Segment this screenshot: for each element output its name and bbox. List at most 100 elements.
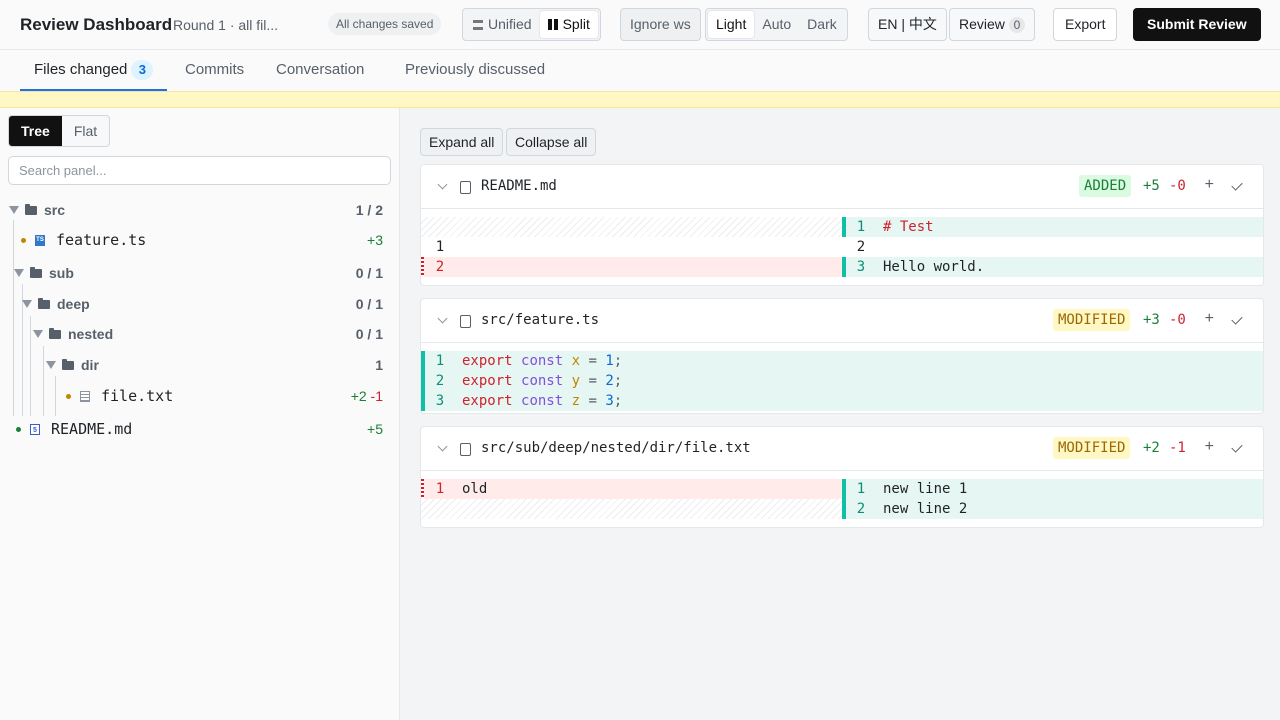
folder-icon: [38, 297, 50, 309]
modified-dot-icon: [66, 393, 71, 399]
diff-line-right: 2: [856, 239, 866, 255]
submit-review-button[interactable]: Submit Review: [1133, 8, 1261, 41]
ignore-whitespace-button[interactable]: Ignore ws: [620, 8, 701, 41]
file-diff-feature-ts: src/feature.ts MODIFIED +3 -0 + 1 export…: [420, 298, 1264, 414]
unified-view-button[interactable]: Unified: [465, 11, 540, 38]
search-input[interactable]: [8, 156, 391, 185]
tree-view-button[interactable]: Tree: [9, 116, 62, 146]
tree-item-deep[interactable]: deep 0 / 1: [0, 291, 400, 317]
additions-count: +2: [1143, 440, 1160, 456]
diff-line-right: 1 # Test: [846, 217, 1263, 237]
folder-icon: [62, 358, 74, 370]
diff-line-right: 1 new line 1: [846, 479, 1263, 499]
caret-down-icon: [33, 330, 43, 338]
tab-previously-discussed[interactable]: Previously discussed: [391, 50, 559, 91]
code-line: 2 export const y = 2;: [425, 371, 1263, 391]
additions-count: +3: [1143, 312, 1160, 328]
tab-bar: Files changed 3 Commits Conversation Prev…: [0, 50, 1280, 91]
folder-icon: [49, 327, 61, 339]
file-icon: [460, 315, 471, 328]
status-badge: MODIFIED: [1053, 437, 1131, 459]
tree-item-feature-ts[interactable]: TS feature.ts +3: [0, 227, 400, 253]
save-status-badge: All changes saved: [328, 13, 442, 35]
tab-files-changed[interactable]: Files changed 3: [20, 50, 168, 91]
file-diff-file-txt: src/sub/deep/nested/dir/file.txt MODIFIE…: [420, 426, 1264, 528]
file-name: src/feature.ts: [481, 312, 600, 328]
chevron-down-icon[interactable]: [437, 441, 448, 452]
file-icon: [460, 181, 471, 194]
mark-viewed-check-icon[interactable]: [1231, 179, 1243, 191]
add-comment-icon[interactable]: +: [1205, 176, 1214, 194]
tree-item-sub[interactable]: sub 0 / 1: [0, 260, 400, 286]
file-header: README.md ADDED +5 -0 +: [421, 165, 1263, 209]
notice-banner: [0, 91, 1280, 108]
deletions-count: -0: [1169, 178, 1186, 194]
theme-auto-button[interactable]: Auto: [754, 11, 799, 38]
add-comment-icon[interactable]: +: [1205, 310, 1214, 328]
tab-conversation[interactable]: Conversation: [262, 50, 378, 91]
file-diff-readme: README.md ADDED +5 -0 + 1 # Test 1 2 2 3…: [420, 164, 1264, 286]
markdown-file-icon: 5: [30, 423, 40, 435]
file-header: src/sub/deep/nested/dir/file.txt MODIFIE…: [421, 427, 1263, 471]
deletions-count: -1: [1169, 440, 1186, 456]
diff-panel: Expand all Collapse all README.md ADDED …: [400, 108, 1280, 720]
app-title: Review Dashboard: [20, 15, 173, 34]
chevron-down-icon[interactable]: [437, 179, 448, 190]
code-line: 1 export const x = 1;: [425, 351, 1263, 371]
caret-down-icon: [9, 206, 19, 214]
folder-icon: [25, 203, 37, 215]
file-icon: [460, 443, 471, 456]
file-header: src/feature.ts MODIFIED +3 -0 +: [421, 299, 1263, 343]
status-badge: MODIFIED: [1053, 309, 1131, 331]
tab-commits[interactable]: Commits: [171, 50, 258, 91]
view-mode-toggle: Unified Split: [462, 8, 601, 41]
tree-item-dir[interactable]: dir 1: [0, 352, 400, 378]
review-count-badge: 0: [1008, 17, 1025, 33]
language-toggle[interactable]: EN | 中文: [868, 8, 947, 41]
export-button[interactable]: Export: [1053, 8, 1118, 41]
caret-down-icon: [22, 300, 32, 308]
caret-down-icon: [14, 269, 24, 277]
tree-item-src[interactable]: src 1 / 2: [0, 197, 400, 223]
split-icon: [547, 19, 558, 30]
file-name: src/sub/deep/nested/dir/file.txt: [481, 440, 751, 456]
added-dot-icon: [16, 426, 21, 432]
mark-viewed-check-icon[interactable]: [1231, 313, 1243, 325]
typescript-file-icon: TS: [35, 234, 45, 246]
diff-line-empty: [421, 217, 842, 237]
chevron-down-icon[interactable]: [437, 313, 448, 324]
folder-icon: [30, 266, 42, 278]
tree-flat-toggle: Tree Flat: [8, 115, 111, 147]
theme-light-button[interactable]: Light: [708, 11, 755, 38]
tree-item-file-txt[interactable]: file.txt +2 -1: [0, 383, 400, 409]
theme-toggle: Light Auto Dark: [705, 8, 848, 41]
collapse-all-button[interactable]: Collapse all: [506, 128, 597, 156]
diff-line-empty: [421, 499, 842, 519]
diff-line-left: 2: [424, 257, 842, 277]
status-badge: ADDED: [1079, 175, 1132, 197]
diff-line-right: 3 Hello world.: [846, 257, 1263, 277]
modified-dot-icon: [21, 237, 26, 243]
additions-count: +5: [1143, 178, 1160, 194]
review-button[interactable]: Review 0: [949, 8, 1035, 41]
round-selector[interactable]: Round 1 · all fil...: [173, 17, 283, 33]
diff-line-right: 2 new line 2: [846, 499, 1263, 519]
files-count-badge: 3: [131, 60, 154, 80]
diff-line-left: 1 old: [424, 479, 842, 499]
app-header: Review Dashboard Round 1 · all fil... Al…: [0, 0, 1280, 50]
flat-view-button[interactable]: Flat: [62, 116, 109, 146]
text-file-icon: [80, 390, 90, 402]
theme-dark-button[interactable]: Dark: [799, 11, 845, 38]
add-comment-icon[interactable]: +: [1205, 438, 1214, 456]
file-name: README.md: [481, 178, 557, 194]
code-line: 3 export const z = 3;: [425, 391, 1263, 411]
file-sidebar: Tree Flat src 1 / 2 TS feature.ts +3 sub…: [0, 108, 400, 720]
deletions-count: -0: [1169, 312, 1186, 328]
caret-down-icon: [46, 361, 56, 369]
tree-item-nested[interactable]: nested 0 / 1: [0, 321, 400, 347]
expand-all-button[interactable]: Expand all: [420, 128, 504, 156]
unified-icon: [473, 19, 483, 30]
mark-viewed-check-icon[interactable]: [1231, 441, 1243, 453]
split-view-button[interactable]: Split: [539, 11, 598, 38]
tree-item-readme[interactable]: 5 README.md +5: [0, 416, 400, 442]
